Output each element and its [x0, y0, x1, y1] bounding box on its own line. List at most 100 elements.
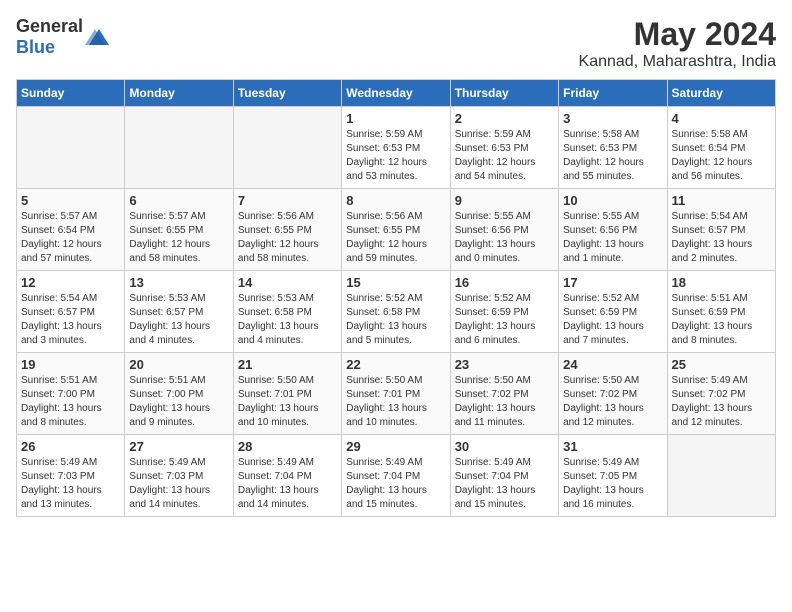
day-info: Sunrise: 5:56 AM Sunset: 6:55 PM Dayligh…	[346, 210, 445, 266]
day-info: Sunrise: 5:49 AM Sunset: 7:02 PM Dayligh…	[672, 374, 771, 430]
day-cell-29: 29 Sunrise: 5:49 AM Sunset: 7:04 PM Dayli…	[342, 435, 450, 517]
day-cell-14: 14 Sunrise: 5:53 AM Sunset: 6:58 PM Dayli…	[233, 271, 341, 353]
weekday-header-sunday: Sunday	[17, 80, 125, 107]
logo-blue: Blue	[16, 37, 55, 57]
day-number: 8	[346, 193, 445, 208]
day-number: 10	[563, 193, 662, 208]
day-info: Sunrise: 5:52 AM Sunset: 6:58 PM Dayligh…	[346, 292, 445, 348]
logo-text: General Blue	[16, 16, 83, 58]
day-cell-4: 4 Sunrise: 5:58 AM Sunset: 6:54 PM Daylig…	[667, 107, 775, 189]
day-info: Sunrise: 5:49 AM Sunset: 7:03 PM Dayligh…	[129, 456, 228, 512]
day-cell-22: 22 Sunrise: 5:50 AM Sunset: 7:01 PM Dayli…	[342, 353, 450, 435]
week-row-2: 5Sunrise: 5:57 AM Sunset: 6:54 PM Daylig…	[17, 189, 776, 271]
logo-icon	[85, 25, 109, 49]
weekday-header-friday: Friday	[559, 80, 667, 107]
logo-general: General	[16, 16, 83, 36]
day-cell-8: 8 Sunrise: 5:56 AM Sunset: 6:55 PM Daylig…	[342, 189, 450, 271]
day-number: 16	[455, 275, 554, 290]
title-block: May 2024 Kannad, Maharashtra, India	[579, 16, 776, 71]
day-cell-10: 10Sunrise: 5:55 AM Sunset: 6:56 PM Dayli…	[559, 189, 667, 271]
day-number: 4	[672, 111, 771, 126]
day-info: Sunrise: 5:53 AM Sunset: 6:58 PM Dayligh…	[238, 292, 337, 348]
day-info: Sunrise: 5:50 AM Sunset: 7:01 PM Dayligh…	[346, 374, 445, 430]
week-row-5: 26 Sunrise: 5:49 AM Sunset: 7:03 PM Dayli…	[17, 435, 776, 517]
day-number: 21	[238, 357, 337, 372]
day-info: Sunrise: 5:58 AM Sunset: 6:53 PM Dayligh…	[563, 128, 662, 184]
weekday-header-thursday: Thursday	[450, 80, 558, 107]
day-cell-17: 17Sunrise: 5:52 AM Sunset: 6:59 PM Dayli…	[559, 271, 667, 353]
weekday-header-row: SundayMondayTuesdayWednesdayThursdayFrid…	[17, 80, 776, 107]
day-cell-13: 13Sunrise: 5:53 AM Sunset: 6:57 PM Dayli…	[125, 271, 233, 353]
day-info: Sunrise: 5:52 AM Sunset: 6:59 PM Dayligh…	[563, 292, 662, 348]
day-number: 22	[346, 357, 445, 372]
day-cell-15: 15 Sunrise: 5:52 AM Sunset: 6:58 PM Dayli…	[342, 271, 450, 353]
day-number: 26	[21, 439, 120, 454]
day-number: 14	[238, 275, 337, 290]
day-number: 3	[563, 111, 662, 126]
day-info: Sunrise: 5:49 AM Sunset: 7:04 PM Dayligh…	[346, 456, 445, 512]
day-info: Sunrise: 5:59 AM Sunset: 6:53 PM Dayligh…	[346, 128, 445, 184]
day-cell-19: 19Sunrise: 5:51 AM Sunset: 7:00 PM Dayli…	[17, 353, 125, 435]
day-cell-9: 9 Sunrise: 5:55 AM Sunset: 6:56 PM Daylig…	[450, 189, 558, 271]
week-row-1: 1 Sunrise: 5:59 AM Sunset: 6:53 PM Daylig…	[17, 107, 776, 189]
day-cell-26: 26 Sunrise: 5:49 AM Sunset: 7:03 PM Dayli…	[17, 435, 125, 517]
day-cell-2: 2Sunrise: 5:59 AM Sunset: 6:53 PM Daylig…	[450, 107, 558, 189]
day-number: 25	[672, 357, 771, 372]
day-cell-3: 3 Sunrise: 5:58 AM Sunset: 6:53 PM Daylig…	[559, 107, 667, 189]
day-info: Sunrise: 5:51 AM Sunset: 6:59 PM Dayligh…	[672, 292, 771, 348]
day-info: Sunrise: 5:55 AM Sunset: 6:56 PM Dayligh…	[455, 210, 554, 266]
day-info: Sunrise: 5:49 AM Sunset: 7:04 PM Dayligh…	[238, 456, 337, 512]
day-cell-18: 18Sunrise: 5:51 AM Sunset: 6:59 PM Dayli…	[667, 271, 775, 353]
day-info: Sunrise: 5:49 AM Sunset: 7:03 PM Dayligh…	[21, 456, 120, 512]
day-cell-25: 25 Sunrise: 5:49 AM Sunset: 7:02 PM Dayli…	[667, 353, 775, 435]
day-number: 9	[455, 193, 554, 208]
day-cell-7: 7Sunrise: 5:56 AM Sunset: 6:55 PM Daylig…	[233, 189, 341, 271]
weekday-header-tuesday: Tuesday	[233, 80, 341, 107]
day-number: 28	[238, 439, 337, 454]
location-title: Kannad, Maharashtra, India	[579, 53, 776, 71]
day-cell-1: 1 Sunrise: 5:59 AM Sunset: 6:53 PM Daylig…	[342, 107, 450, 189]
day-number: 20	[129, 357, 228, 372]
empty-cell	[125, 107, 233, 189]
empty-cell	[233, 107, 341, 189]
empty-cell	[17, 107, 125, 189]
day-number: 19	[21, 357, 120, 372]
day-number: 15	[346, 275, 445, 290]
weekday-header-wednesday: Wednesday	[342, 80, 450, 107]
weekday-header-saturday: Saturday	[667, 80, 775, 107]
day-cell-21: 21Sunrise: 5:50 AM Sunset: 7:01 PM Dayli…	[233, 353, 341, 435]
day-number: 1	[346, 111, 445, 126]
logo: General Blue	[16, 16, 109, 58]
day-number: 2	[455, 111, 554, 126]
day-info: Sunrise: 5:58 AM Sunset: 6:54 PM Dayligh…	[672, 128, 771, 184]
week-row-3: 12Sunrise: 5:54 AM Sunset: 6:57 PM Dayli…	[17, 271, 776, 353]
weekday-header-monday: Monday	[125, 80, 233, 107]
day-cell-11: 11 Sunrise: 5:54 AM Sunset: 6:57 PM Dayli…	[667, 189, 775, 271]
day-number: 7	[238, 193, 337, 208]
day-number: 5	[21, 193, 120, 208]
header: General Blue May 2024 Kannad, Maharashtr…	[16, 16, 776, 71]
day-cell-20: 20 Sunrise: 5:51 AM Sunset: 7:00 PM Dayli…	[125, 353, 233, 435]
day-cell-30: 30Sunrise: 5:49 AM Sunset: 7:04 PM Dayli…	[450, 435, 558, 517]
day-cell-16: 16Sunrise: 5:52 AM Sunset: 6:59 PM Dayli…	[450, 271, 558, 353]
day-number: 24	[563, 357, 662, 372]
day-cell-24: 24 Sunrise: 5:50 AM Sunset: 7:02 PM Dayli…	[559, 353, 667, 435]
day-cell-27: 27 Sunrise: 5:49 AM Sunset: 7:03 PM Dayli…	[125, 435, 233, 517]
day-number: 27	[129, 439, 228, 454]
month-title: May 2024	[579, 16, 776, 53]
day-cell-6: 6Sunrise: 5:57 AM Sunset: 6:55 PM Daylig…	[125, 189, 233, 271]
day-number: 31	[563, 439, 662, 454]
calendar-table: SundayMondayTuesdayWednesdayThursdayFrid…	[16, 79, 776, 517]
empty-cell	[667, 435, 775, 517]
day-number: 29	[346, 439, 445, 454]
day-info: Sunrise: 5:50 AM Sunset: 7:02 PM Dayligh…	[563, 374, 662, 430]
day-info: Sunrise: 5:54 AM Sunset: 6:57 PM Dayligh…	[672, 210, 771, 266]
day-number: 11	[672, 193, 771, 208]
day-info: Sunrise: 5:49 AM Sunset: 7:04 PM Dayligh…	[455, 456, 554, 512]
day-cell-12: 12Sunrise: 5:54 AM Sunset: 6:57 PM Dayli…	[17, 271, 125, 353]
day-number: 23	[455, 357, 554, 372]
day-info: Sunrise: 5:51 AM Sunset: 7:00 PM Dayligh…	[129, 374, 228, 430]
day-info: Sunrise: 5:50 AM Sunset: 7:02 PM Dayligh…	[455, 374, 554, 430]
day-info: Sunrise: 5:57 AM Sunset: 6:55 PM Dayligh…	[129, 210, 228, 266]
day-number: 12	[21, 275, 120, 290]
